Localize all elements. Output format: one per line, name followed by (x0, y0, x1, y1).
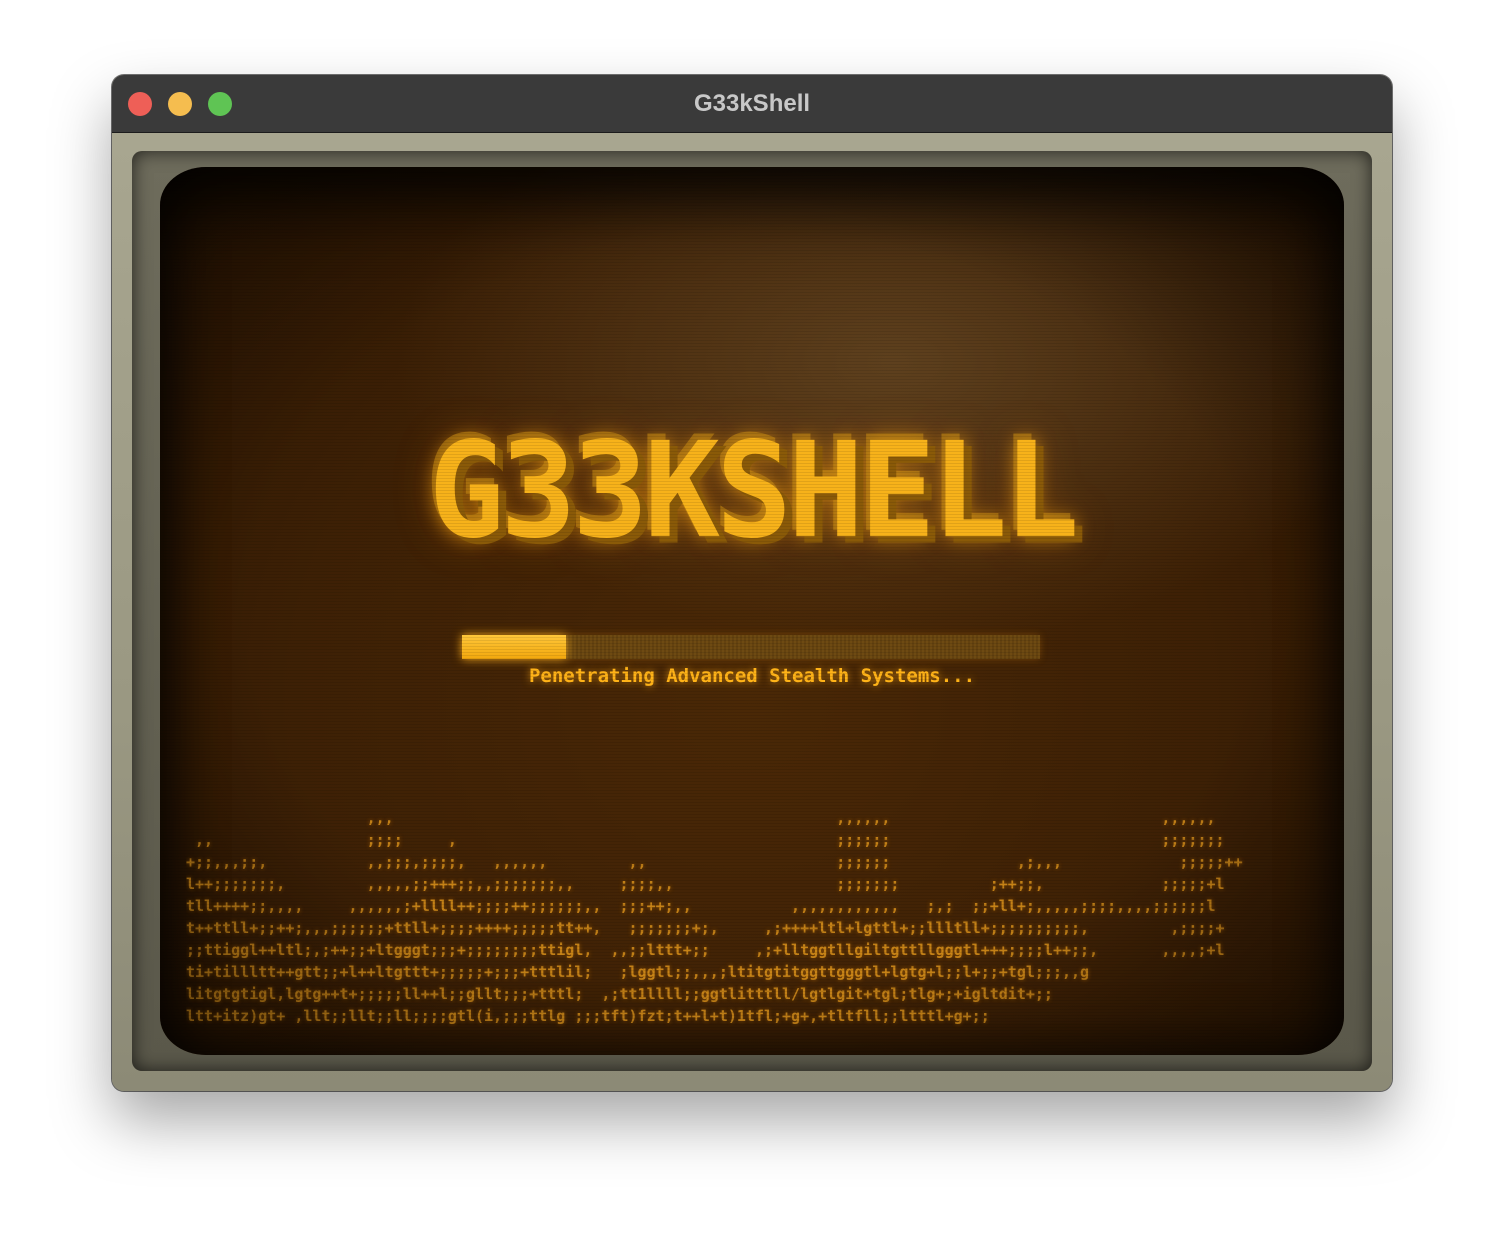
app-window: G33kShell G33KSHELL Penetrating Advanced… (112, 75, 1392, 1091)
crt-bezel: G33KSHELL Penetrating Advanced Stealth S… (112, 133, 1392, 1091)
title-bar[interactable]: G33kShell (112, 75, 1392, 133)
status-message: Penetrating Advanced Stealth Systems... (528, 665, 976, 687)
progress-bar-fill (462, 635, 567, 659)
progress-bar (462, 635, 1040, 659)
logo-title: G33KSHELL (428, 413, 1080, 568)
window-title: G33kShell (693, 90, 811, 117)
ascii-noise-field: ,,, ,,,,,, ,,,,,, ,, ;;;; , ;;;;;; ;;;;;… (186, 809, 1243, 1025)
crt-screen[interactable]: G33KSHELL Penetrating Advanced Stealth S… (160, 167, 1344, 1055)
